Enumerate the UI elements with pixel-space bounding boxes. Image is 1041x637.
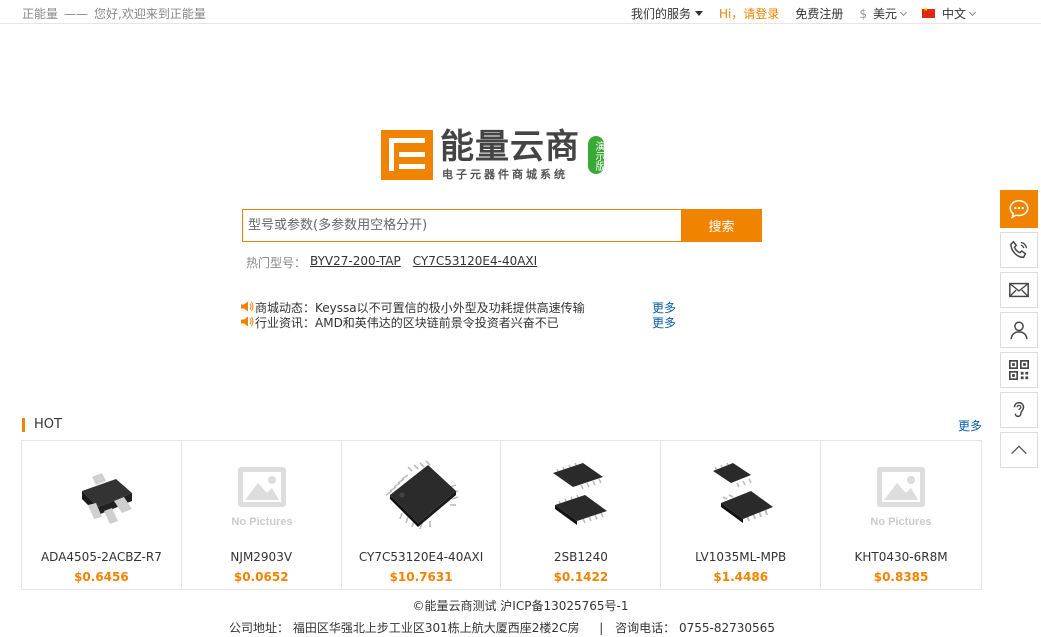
- welcome-dash: ——: [64, 7, 89, 21]
- soic-chips-image: [553, 462, 608, 525]
- phone-label: 咨询电话：: [615, 621, 676, 635]
- product-card[interactable]: No Pictures NJM2903V $0.0652: [182, 441, 342, 589]
- search-button[interactable]: 搜索: [681, 209, 762, 242]
- top-bar: 正能量 —— 您好,欢迎来到正能量 我们的服务 Hi，请登录 免费注册 $ 美元 中文: [0, 0, 1041, 24]
- product-price: $0.0652: [233, 570, 289, 584]
- china-flag-icon: [921, 6, 935, 18]
- hot-tags: 热门型号： BYV27-200-TAP CY7C53120E4-40AXI: [246, 254, 537, 271]
- welcome-text: 您好,欢迎来到正能量: [94, 7, 206, 21]
- hot-more-link[interactable]: 更多: [958, 417, 982, 434]
- sot-chip-image: [82, 473, 132, 524]
- site-logo[interactable]: 能量云商 电子元器件商城系统 演示版: [381, 127, 611, 182]
- logo-subtitle: 电子元器件商城系统: [442, 168, 568, 181]
- register-label: 免费注册: [795, 7, 844, 21]
- product-card[interactable]: LV1035ML-MPB $1.4486: [661, 441, 822, 589]
- login-link[interactable]: Hi，请登录: [719, 5, 779, 22]
- phone-text: 0755-82730565: [679, 621, 775, 635]
- product-name: KHT0430-6R8M: [854, 550, 948, 564]
- product-card[interactable]: No Pictures KHT0430-6R8M $0.8385: [821, 441, 981, 589]
- demo-badge: 演示版: [588, 136, 604, 174]
- chevron-down-icon: [899, 8, 908, 16]
- welcome-area: 正能量 —— 您好,欢迎来到正能量: [22, 5, 206, 22]
- product-name: NJM2903V: [230, 550, 293, 564]
- news-list: 商城动态：Keyssa以不可置信的极小外型及功耗提供高速传输 更多 行业资讯：A…: [241, 299, 681, 331]
- qrcode-button[interactable]: [1000, 352, 1038, 388]
- qfp-chip-image: [385, 460, 458, 530]
- services-menu[interactable]: 我们的服务: [631, 5, 703, 22]
- hot-title: HOT: [34, 417, 62, 432]
- back-to-top-button[interactable]: [1000, 432, 1038, 468]
- no-pictures-label: No Pictures: [231, 516, 292, 528]
- phone-button[interactable]: [1000, 232, 1038, 268]
- news-more-link[interactable]: 更多: [652, 314, 676, 331]
- product-name: LV1035ML-MPB: [695, 550, 787, 564]
- back-to-top-icon: [1011, 445, 1027, 455]
- user-button[interactable]: [1000, 312, 1038, 348]
- news-text[interactable]: 行业资讯：AMD和英伟达的区块链前景令投资者兴奋不已: [255, 314, 559, 331]
- hot-section-header: HOT 更多: [22, 416, 982, 434]
- user-icon: [1010, 321, 1028, 340]
- product-card[interactable]: ADA4505-2ACBZ-R7 $0.6456: [22, 441, 182, 589]
- logo-mark-icon: [381, 130, 433, 180]
- currency-select[interactable]: $ 美元: [859, 5, 908, 22]
- no-pictures-label: No Pictures: [871, 516, 932, 528]
- hot-products: ADA4505-2ACBZ-R7 $0.6456 No Pictures NJM…: [21, 440, 982, 590]
- caret-down-icon: [694, 11, 703, 16]
- product-name: ADA4505-2ACBZ-R7: [40, 550, 162, 564]
- news-item: 商城动态：Keyssa以不可置信的极小外型及功耗提供高速传输 更多: [241, 299, 681, 315]
- hot-tags-label: 热门型号：: [246, 256, 307, 270]
- ear-button[interactable]: [1000, 392, 1038, 428]
- chat-icon: [1009, 200, 1029, 219]
- login-label: Hi，请登录: [718, 7, 780, 21]
- no-pictures-icon: No Pictures: [871, 467, 932, 528]
- logo-name: 能量云商: [440, 127, 580, 167]
- dollar-icon: $: [859, 6, 867, 21]
- services-label: 我们的服务: [630, 7, 691, 21]
- speaker-icon: [241, 316, 254, 327]
- register-link[interactable]: 免费注册: [795, 5, 843, 22]
- address-label: 公司地址：: [229, 621, 290, 635]
- brand-link[interactable]: 正能量: [22, 7, 58, 21]
- hot-tag-link[interactable]: BYV27-200-TAP: [310, 254, 401, 271]
- search-box: 搜索: [242, 209, 762, 242]
- search-input[interactable]: [242, 209, 682, 242]
- mail-icon: [1009, 282, 1029, 298]
- product-price: $10.7631: [389, 570, 453, 584]
- product-price: $0.6456: [74, 570, 129, 584]
- side-toolbar: [1000, 190, 1038, 472]
- product-price: $0.8385: [873, 570, 929, 584]
- qrcode-icon: [1009, 360, 1029, 380]
- language-select[interactable]: 中文: [921, 5, 977, 22]
- speaker-icon: [241, 301, 254, 312]
- language-label: 中文: [941, 7, 966, 21]
- footer-contact: 公司地址： 福田区华强北上步工业区301栋上航大厦西座2楼2C房 | 咨询电话：…: [0, 619, 1004, 636]
- news-item: 行业资讯：AMD和英伟达的区块链前景令投资者兴奋不已 更多: [241, 314, 681, 331]
- msop-chips-image: [713, 462, 774, 523]
- footer-copyright: ©能量云商测试 沪ICP备13025765号-1: [412, 599, 629, 613]
- section-marker: [22, 418, 25, 432]
- phone-icon: [1009, 240, 1027, 259]
- product-name: CY7C53120E4-40AXI: [358, 550, 484, 564]
- product-card[interactable]: 2SB1240 $0.1422: [501, 441, 662, 589]
- currency-label: 美元: [872, 7, 897, 21]
- product-name: 2SB1240: [553, 550, 608, 564]
- product-price: $0.1422: [553, 570, 609, 584]
- chat-button[interactable]: [1000, 190, 1038, 228]
- address-text: 福田区华强北上步工业区301栋上航大厦西座2楼2C房: [292, 621, 580, 635]
- footer-separator: |: [599, 621, 604, 635]
- hot-tag-link[interactable]: CY7C53120E4-40AXI: [413, 254, 537, 271]
- product-card[interactable]: CY7C53120E4-40AXI $10.7631: [342, 441, 502, 589]
- top-nav: 我们的服务 Hi，请登录 免费注册 $ 美元 中文: [615, 5, 977, 22]
- ear-icon: [1013, 402, 1025, 418]
- mail-button[interactable]: [1000, 272, 1038, 308]
- product-price: $1.4486: [713, 570, 769, 584]
- no-pictures-icon: No Pictures: [231, 467, 292, 528]
- chevron-down-icon: [968, 8, 977, 16]
